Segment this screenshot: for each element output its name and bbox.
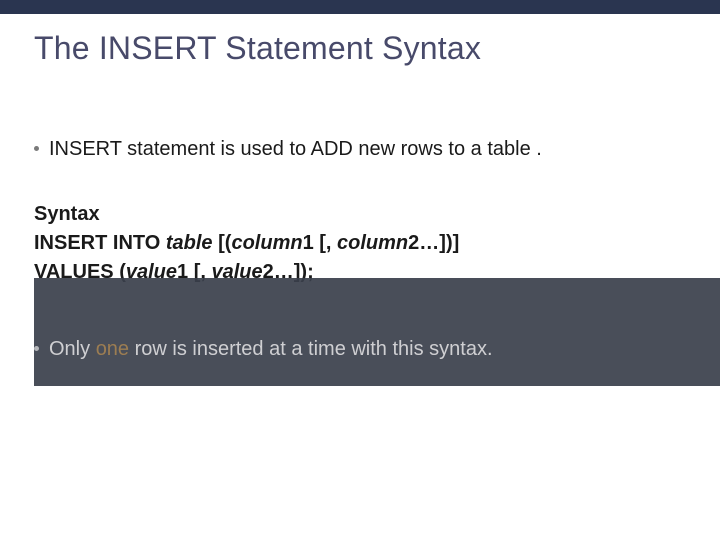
bullet-intro: INSERT statement is used to ADD new rows… [34, 136, 686, 163]
bullet-dot-icon [34, 346, 39, 351]
syntax-heading: Syntax [34, 201, 686, 228]
intro-rest: is used to ADD new rows to a table . [215, 138, 542, 160]
slide-title: The INSERT Statement Syntax [34, 30, 481, 67]
sx1-g: 2…])] [408, 232, 459, 254]
sx1-a: INSERT INTO [34, 232, 166, 254]
sx1-c: [( [218, 232, 231, 254]
dark-overlay-strip [34, 278, 720, 386]
note-rest: row is inserted at a time with this synt… [129, 338, 492, 360]
bullet-note: Only one row is inserted at a time with … [34, 338, 493, 361]
slide: The INSERT Statement Syntax INSERT state… [0, 0, 720, 540]
sx1-d: column [231, 232, 302, 254]
bullet-dot-icon [34, 146, 39, 151]
sx1-f: column [337, 232, 408, 254]
intro-keyword: INSERT statement [49, 138, 215, 160]
top-decor-bar [0, 0, 720, 14]
note-prefix: Only [49, 338, 96, 360]
bullet-intro-text: INSERT statement is used to ADD new rows… [49, 136, 542, 163]
bullet-note-text: Only one row is inserted at a time with … [49, 338, 493, 361]
sx1-b: table [166, 232, 218, 254]
syntax-block: Syntax INSERT INTO table [(column1 [, co… [34, 201, 686, 286]
note-keyword: one [96, 338, 129, 360]
sx1-e: 1 [, [303, 232, 337, 254]
syntax-line-1: INSERT INTO table [(column1 [, column2…]… [34, 230, 686, 257]
